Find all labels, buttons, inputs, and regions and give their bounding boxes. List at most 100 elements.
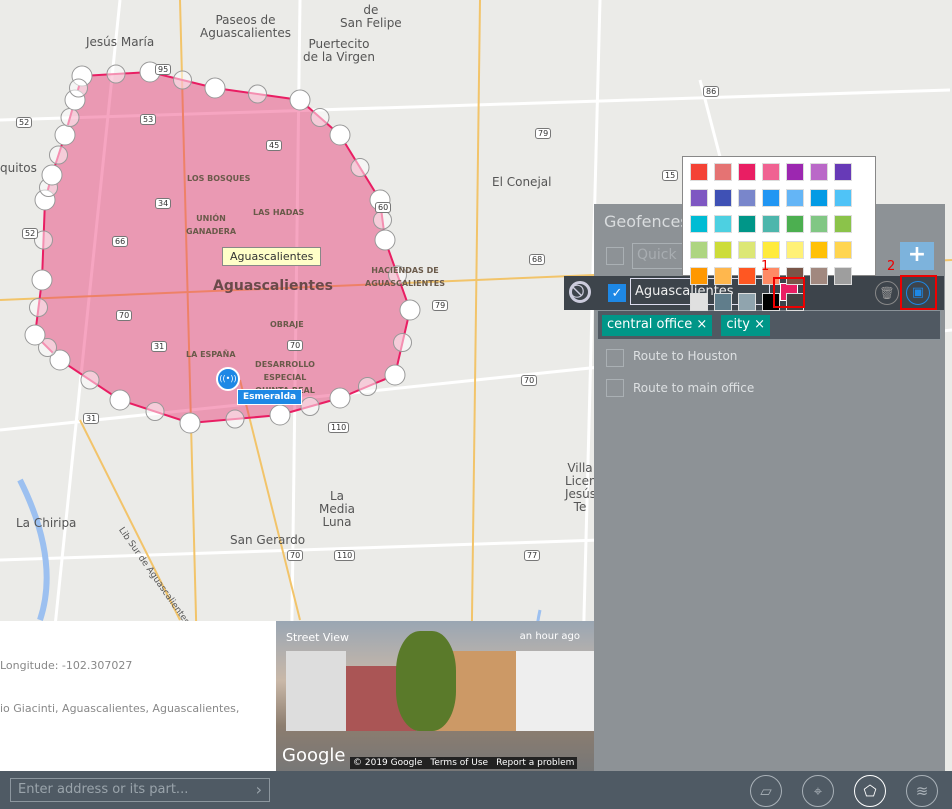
map-label: de San Felipe [340, 3, 402, 30]
add-geofence-button[interactable]: + [900, 242, 934, 270]
geofence-vertex-handle[interactable] [80, 370, 100, 390]
report-link[interactable]: Report a problem [496, 758, 574, 768]
eraser-icon[interactable]: ▱ [750, 775, 782, 807]
color-swatch[interactable] [762, 215, 780, 233]
color-swatch[interactable] [810, 267, 828, 285]
polygon-icon[interactable]: ⬠ [854, 775, 886, 807]
color-swatch[interactable] [690, 241, 708, 259]
color-swatch[interactable] [834, 163, 852, 181]
geofence-vertex-handle[interactable] [145, 402, 165, 421]
geofence-vertex-handle[interactable] [269, 404, 291, 426]
item-checkbox[interactable] [606, 349, 624, 367]
map-label: LA ESPAÑA [186, 350, 236, 359]
tags-input[interactable]: central office × city × [597, 310, 941, 340]
map-label: Paseos de Aguascalientes [200, 13, 291, 40]
geofence-vertex-handle[interactable] [106, 64, 126, 84]
layers-icon[interactable]: ≋ [906, 775, 938, 807]
street-view[interactable]: Street View an hour ago Google © 2019 Go… [276, 621, 594, 771]
cancel-icon[interactable]: ⃠ [569, 281, 591, 303]
geofence-vertex-handle[interactable] [179, 412, 201, 434]
color-swatch[interactable] [810, 215, 828, 233]
color-swatch[interactable] [786, 189, 804, 207]
color-swatch[interactable] [714, 163, 732, 181]
geofence-vertex-handle[interactable] [373, 210, 392, 230]
color-swatch[interactable] [762, 163, 780, 181]
color-swatch[interactable] [786, 215, 804, 233]
geofence-vertex-handle[interactable] [24, 324, 46, 346]
color-swatch[interactable] [810, 163, 828, 181]
color-swatch[interactable] [762, 241, 780, 259]
color-swatch[interactable] [714, 215, 732, 233]
terms-link[interactable]: Terms of Use [430, 758, 488, 768]
geofence-vertex-handle[interactable] [173, 70, 192, 90]
geofence-vertex-handle[interactable] [350, 158, 370, 177]
map-label: Villa Licencia Jesús Te [565, 461, 614, 514]
highway-shield: 79 [535, 128, 552, 139]
geofence-vertex-handle[interactable] [31, 269, 53, 291]
geofence-vertex-handle[interactable] [204, 77, 226, 99]
geofence-vertex-handle[interactable] [374, 229, 396, 251]
geofence-vertex-handle[interactable] [358, 377, 377, 396]
color-swatch[interactable] [834, 215, 852, 233]
color-swatch[interactable] [762, 189, 780, 207]
address-search-input[interactable]: Enter address or its part... › [10, 778, 270, 802]
geofence-vertex-handle[interactable] [384, 364, 406, 386]
geofence-vertex-handle[interactable] [109, 389, 131, 411]
color-swatch[interactable] [690, 189, 708, 207]
geofence-vertex-handle[interactable] [225, 409, 245, 429]
highway-shield: 52 [16, 117, 33, 128]
vehicle-marker-label[interactable]: Esmeralda [237, 389, 303, 405]
color-swatch[interactable] [714, 267, 732, 285]
color-swatch[interactable] [738, 163, 756, 181]
color-swatch[interactable] [690, 267, 708, 285]
geofence-vertex-handle[interactable] [393, 333, 412, 352]
tag-remove-icon[interactable]: × [754, 317, 765, 332]
geofence-vertex-handle[interactable] [289, 89, 311, 111]
color-swatch[interactable] [714, 189, 732, 207]
item-checkbox[interactable] [606, 379, 624, 397]
geofence-vertex-handle[interactable] [41, 164, 63, 186]
map-pin-grid-icon[interactable]: ⌖ [802, 775, 834, 807]
color-swatch[interactable] [786, 163, 804, 181]
geofence-vertex-handle[interactable] [310, 108, 330, 127]
color-swatch[interactable] [738, 293, 756, 311]
map-label: Jesús María [86, 35, 155, 49]
go-arrow-icon[interactable]: › [256, 780, 262, 799]
geofence-vertex-handle[interactable] [329, 387, 351, 409]
geofence-vertex-handle[interactable] [69, 78, 88, 98]
geofence-vertex-handle[interactable] [300, 397, 320, 416]
geofence-checkbox[interactable]: ✓ [608, 284, 626, 302]
color-swatch[interactable] [834, 267, 852, 285]
annotation-box [773, 277, 805, 308]
color-swatch[interactable] [690, 163, 708, 181]
geofence-vertex-handle[interactable] [49, 145, 68, 165]
tag-remove-icon[interactable]: × [696, 317, 707, 332]
color-swatch[interactable] [738, 267, 756, 285]
panel-title: Geofences [604, 212, 689, 231]
geofence-vertex-handle[interactable] [329, 124, 351, 146]
geofence-vertex-handle[interactable] [60, 108, 80, 127]
vehicle-marker-icon[interactable]: ((•)) [216, 367, 240, 391]
color-swatch[interactable] [834, 189, 852, 207]
color-swatch[interactable] [810, 241, 828, 259]
color-swatch[interactable] [738, 189, 756, 207]
geofence-vertex-handle[interactable] [399, 299, 421, 321]
color-swatch[interactable] [690, 215, 708, 233]
map-label: San Gerardo [230, 533, 306, 547]
geofence-vertex-handle[interactable] [29, 298, 48, 317]
color-swatch[interactable] [690, 293, 708, 311]
color-swatch[interactable] [810, 189, 828, 207]
color-swatch[interactable] [786, 241, 804, 259]
geofence-vertex-handle[interactable] [248, 84, 267, 104]
geofence-item[interactable]: Route to main office [633, 381, 754, 395]
color-swatch[interactable] [834, 241, 852, 259]
delete-icon[interactable]: 🗑 [875, 281, 899, 305]
color-swatch[interactable] [714, 241, 732, 259]
google-logo: Google [282, 745, 346, 766]
color-swatch[interactable] [738, 241, 756, 259]
color-swatch[interactable] [714, 293, 732, 311]
geofence-vertex-handle[interactable] [54, 124, 76, 146]
select-all-checkbox[interactable] [606, 247, 624, 265]
color-swatch[interactable] [738, 215, 756, 233]
geofence-item[interactable]: Route to Houston [633, 349, 737, 363]
